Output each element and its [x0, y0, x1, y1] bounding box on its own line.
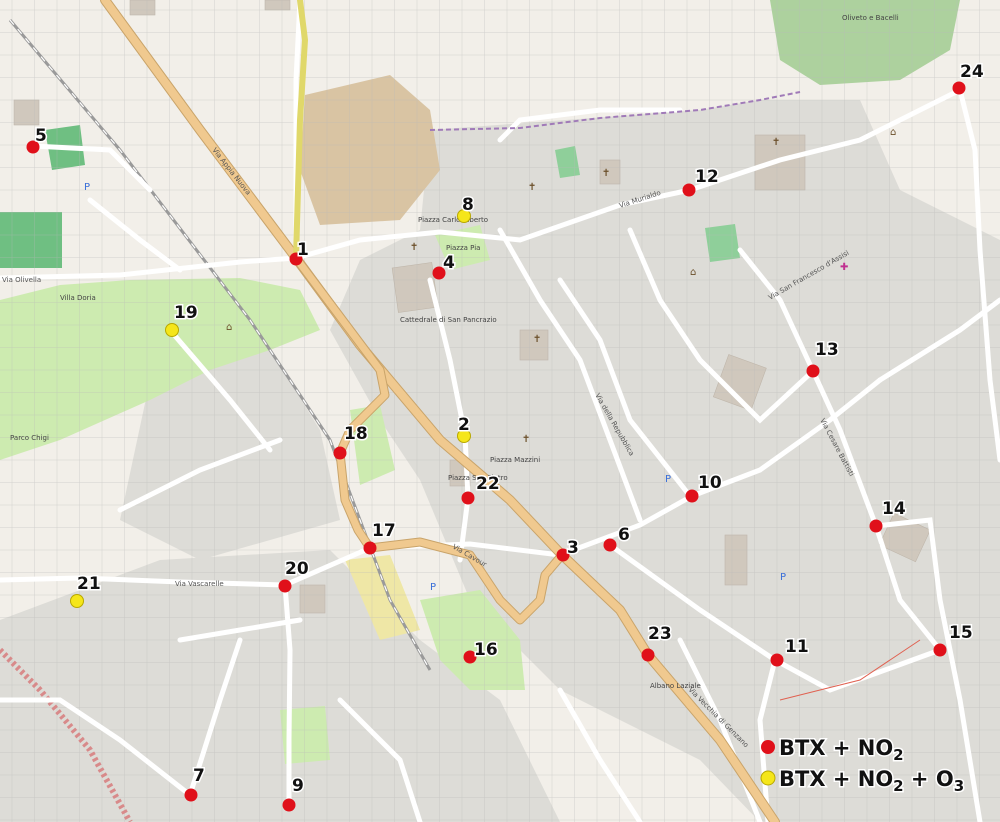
marker-12-dot[interactable] [682, 183, 696, 197]
museum-icon: ⌂ [890, 127, 896, 138]
marker-10-dot[interactable] [685, 489, 699, 503]
marker-22-dot[interactable] [461, 491, 475, 505]
marker-17-label: 17 [372, 521, 396, 541]
legend-red-label: BTX + NO2 [779, 736, 904, 764]
marker-24-label: 24 [960, 62, 984, 82]
marker-8-label: 8 [462, 195, 474, 215]
marker-5-label: 5 [35, 126, 47, 146]
place-label-mazzini: Piazza Mazzini [490, 456, 540, 464]
sports-field [0, 212, 62, 268]
place-label-oliveto: Oliveto e Bacelli [842, 14, 899, 22]
marker-4-label: 4 [443, 253, 455, 273]
museum-icon: ⌂ [690, 267, 696, 278]
marker-19-dot[interactable] [165, 323, 179, 337]
marker-22-label: 22 [476, 474, 500, 494]
marker-21-label: 21 [77, 574, 101, 594]
church-icon: ✝ [772, 137, 780, 148]
marker-9-label: 9 [292, 776, 304, 796]
place-label-parco-chigi: Parco Chigi [10, 434, 49, 442]
church-icon: ✝ [410, 242, 418, 253]
marker-6-label: 6 [618, 525, 630, 545]
marker-18-label: 18 [344, 424, 368, 444]
church-icon: ✝ [602, 168, 610, 179]
place-label-piazza-pia: Piazza Pia [446, 244, 480, 252]
marker-18-dot[interactable] [333, 446, 347, 460]
marker-13-label: 13 [815, 340, 839, 360]
place-label-albano: Albano Laziale [650, 682, 701, 690]
marker-24-dot[interactable] [952, 81, 966, 95]
parking-icon: P [780, 572, 786, 583]
museum-icon: ⌂ [226, 322, 232, 333]
marker-14-dot[interactable] [869, 519, 883, 533]
marker-10-label: 10 [698, 473, 722, 493]
marker-14-label: 14 [882, 499, 906, 519]
church-icon: ✝ [528, 182, 536, 193]
marker-9-dot[interactable] [282, 798, 296, 812]
marker-1-label: 1 [297, 240, 309, 260]
marker-21-dot[interactable] [70, 594, 84, 608]
legend-yellow-label: BTX + NO2 + O3 [779, 767, 964, 795]
marker-11-label: 11 [785, 637, 809, 657]
street-label-olivella: Via Olivella [2, 276, 41, 284]
marker-23-label: 23 [648, 624, 672, 644]
marker-20-dot[interactable] [278, 579, 292, 593]
marker-15-label: 15 [949, 623, 973, 643]
parking-icon: P [430, 582, 436, 593]
marker-2-label: 2 [458, 415, 470, 435]
church-icon: ✝ [533, 334, 541, 345]
place-label-piazza-carlo: Piazza Carlo Alberto [418, 216, 488, 224]
parking-icon: P [665, 474, 671, 485]
marker-7-label: 7 [193, 766, 205, 786]
marker-19-label: 19 [174, 303, 198, 323]
marker-6-dot[interactable] [603, 538, 617, 552]
place-label-cattedrale: Cattedrale di San Pancrazio [400, 316, 497, 324]
marker-3-label: 3 [567, 538, 579, 558]
legend-yellow-marker [760, 770, 776, 786]
legend-red-marker [761, 740, 775, 754]
marker-7-dot[interactable] [184, 788, 198, 802]
marker-12-label: 12 [695, 167, 719, 187]
map-canvas[interactable]: Via Appia Nuova Via Cavour Via Vascarell… [0, 0, 1000, 822]
marker-11-dot[interactable] [770, 653, 784, 667]
place-label-villa-doria: Villa Doria [60, 294, 96, 302]
pharmacy-icon: ✚ [840, 262, 848, 273]
marker-17-dot[interactable] [363, 541, 377, 555]
marker-23-dot[interactable] [641, 648, 655, 662]
street-label-vascarelle: Via Vascarelle [175, 580, 224, 588]
church-icon: ✝ [522, 434, 530, 445]
parking-icon: P [84, 182, 90, 193]
marker-13-dot[interactable] [806, 364, 820, 378]
pitch-east [705, 224, 740, 262]
marker-15-dot[interactable] [933, 643, 947, 657]
marker-16-label: 16 [474, 640, 498, 660]
marker-20-label: 20 [285, 559, 309, 579]
